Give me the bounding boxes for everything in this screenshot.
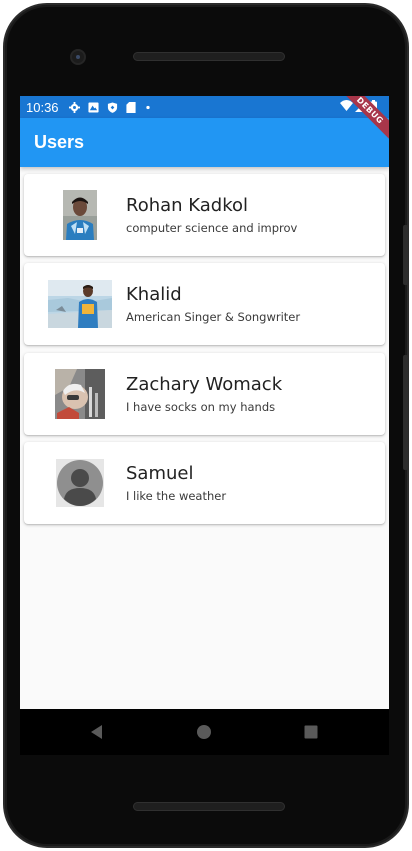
- user-card[interactable]: Khalid American Singer & Songwriter: [24, 263, 385, 345]
- avatar: [48, 272, 112, 336]
- user-bio: I like the weather: [126, 489, 227, 503]
- status-time: 10:36: [26, 99, 59, 115]
- default-avatar-icon: [56, 459, 104, 507]
- user-bio: computer science and improv: [126, 221, 298, 235]
- avatar: [48, 183, 112, 247]
- recents-icon[interactable]: [302, 723, 320, 741]
- user-card[interactable]: Samuel I like the weather: [24, 442, 385, 524]
- photo-avatar: [48, 280, 112, 328]
- user-name: Zachary Womack: [126, 374, 283, 395]
- user-card[interactable]: Zachary Womack I have socks on my hands: [24, 353, 385, 435]
- earpiece-speaker: [133, 52, 285, 61]
- bottom-speaker: [133, 802, 285, 811]
- front-camera: [70, 49, 86, 65]
- dot-icon: [145, 102, 156, 113]
- user-bio: I have socks on my hands: [126, 400, 276, 414]
- back-icon[interactable]: [88, 723, 106, 741]
- navigation-bar: [20, 709, 389, 755]
- screen: 10:36 DEBUG Users Rohan Kadkol computer …: [20, 96, 389, 709]
- volume-button[interactable]: [403, 355, 408, 470]
- settings-icon: [68, 101, 80, 113]
- status-bar: 10:36: [20, 96, 389, 118]
- user-bio: American Singer & Songwriter: [126, 310, 301, 324]
- user-name: Samuel: [126, 463, 194, 484]
- avatar: [48, 362, 112, 426]
- shield-icon: [107, 101, 118, 113]
- app-bar: Users: [20, 118, 389, 167]
- app-bar-title: Users: [34, 132, 85, 152]
- avatar: [48, 451, 112, 515]
- photo-avatar: [63, 190, 97, 240]
- user-card[interactable]: Rohan Kadkol computer science and improv: [24, 174, 385, 256]
- user-name: Rohan Kadkol: [126, 195, 249, 216]
- sd-card-icon: [125, 101, 137, 113]
- user-name: Khalid: [126, 284, 182, 305]
- power-button[interactable]: [403, 225, 408, 285]
- photo-avatar: [55, 369, 105, 419]
- home-icon[interactable]: [195, 723, 213, 741]
- image-icon: [88, 101, 99, 113]
- wifi-icon: [340, 100, 353, 111]
